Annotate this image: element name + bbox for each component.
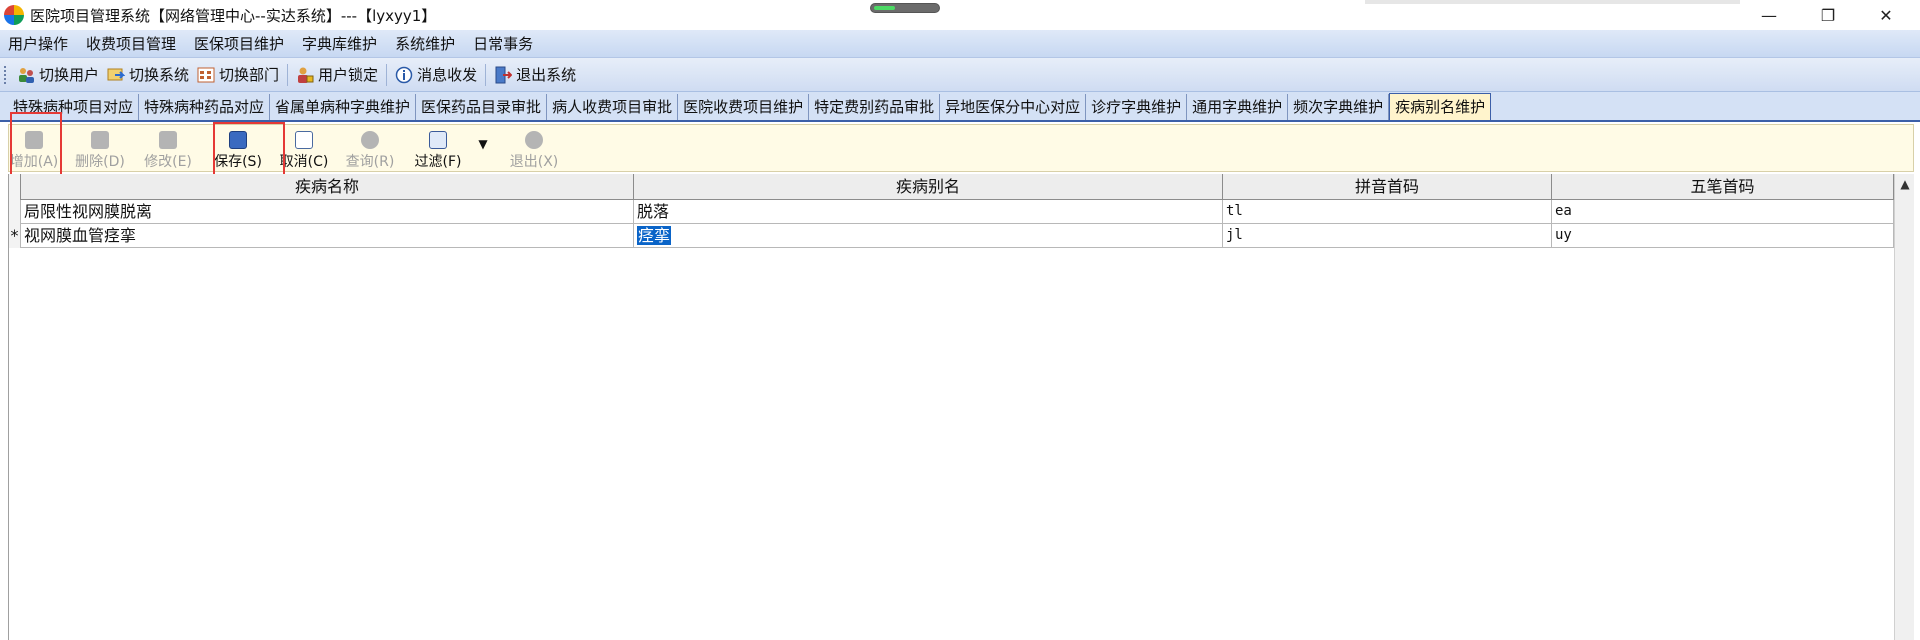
disease-alias-grid: 疾病名称 疾病别名 拼音首码 五笔首码 局限性视网膜脱离 脱落 tl ea * … bbox=[8, 174, 1894, 640]
wubi-code-cell[interactable]: uy bbox=[1552, 224, 1894, 248]
modify-button[interactable]: 修改(E) bbox=[135, 125, 201, 173]
close-button[interactable]: ✕ bbox=[1858, 0, 1914, 30]
tab-special-fee-drug-approval[interactable]: 特定费别药品审批 bbox=[809, 94, 941, 120]
tab-patient-charge-approval[interactable]: 病人收费项目审批 bbox=[547, 94, 679, 120]
restore-button[interactable]: ❐ bbox=[1800, 0, 1856, 30]
switch-user-button[interactable]: 切换用户 bbox=[13, 61, 103, 89]
info-icon bbox=[395, 66, 413, 84]
messages-label: 消息收发 bbox=[417, 66, 478, 84]
tab-frequency-dict[interactable]: 频次字典维护 bbox=[1288, 94, 1390, 120]
filter-dropdown-button[interactable]: ▼ bbox=[473, 125, 493, 173]
switch-dept-button[interactable]: 切换部门 bbox=[193, 61, 283, 89]
filter-label: 过滤(F) bbox=[414, 154, 462, 170]
column-header-pinyin-code[interactable]: 拼音首码 bbox=[1223, 174, 1552, 200]
tab-insurance-drug-approval[interactable]: 医保药品目录审批 bbox=[416, 94, 548, 120]
action-toolbar: 增加(A) 删除(D) 修改(E) 保存(S) 取消(C) 查询(R) 过滤(F… bbox=[8, 112, 1914, 176]
column-header-disease-alias[interactable]: 疾病别名 bbox=[634, 174, 1223, 200]
disease-name-cell[interactable]: 视网膜血管痉挛 bbox=[21, 224, 634, 248]
minimize-button[interactable]: — bbox=[1741, 0, 1797, 30]
edit-icon bbox=[159, 131, 177, 149]
users-icon bbox=[17, 66, 35, 84]
delete-icon bbox=[91, 131, 109, 149]
table-row[interactable]: * 视网膜血管痉挛 痉挛 jl uy bbox=[9, 224, 1894, 248]
module-tabs: 特殊病种项目对应 特殊病种药品对应 省属单病种字典维护 医保药品目录审批 病人收… bbox=[0, 92, 1920, 122]
menu-system[interactable]: 系统维护 bbox=[386, 30, 464, 58]
add-button-highlight-box bbox=[10, 112, 62, 176]
cancel-icon bbox=[295, 131, 313, 149]
filter-grid-icon bbox=[429, 131, 447, 149]
window-title: 医院项目管理系统【网络管理中心--实达系统】---【lyxyy1】 bbox=[30, 6, 437, 25]
department-icon bbox=[197, 66, 215, 84]
tab-general-dict[interactable]: 通用字典维护 bbox=[1187, 94, 1289, 120]
pinyin-code-cell[interactable]: tl bbox=[1223, 200, 1552, 224]
tab-treatment-dict[interactable]: 诊疗字典维护 bbox=[1086, 94, 1188, 120]
selected-alias-text[interactable]: 痉挛 bbox=[637, 226, 672, 245]
exit-icon bbox=[525, 131, 543, 149]
toolbar-grip[interactable] bbox=[4, 65, 7, 84]
scroll-up-arrow-icon[interactable]: ▲ bbox=[1895, 174, 1915, 194]
user-lock-icon bbox=[296, 66, 314, 84]
query-label: 查询(R) bbox=[345, 154, 395, 170]
row-indicator[interactable]: * bbox=[9, 224, 21, 248]
menu-charge-items[interactable]: 收费项目管理 bbox=[77, 30, 185, 58]
title-bar-overlay bbox=[1365, 0, 1740, 4]
switch-system-button[interactable]: 切换系统 bbox=[103, 61, 193, 89]
tab-hospital-charge-items[interactable]: 医院收费项目维护 bbox=[678, 94, 810, 120]
app-logo-icon bbox=[4, 5, 24, 25]
tab-disease-alias[interactable]: 疾病别名维护 bbox=[1389, 93, 1492, 120]
exit-system-label: 退出系统 bbox=[516, 66, 577, 84]
toolbar-separator bbox=[485, 63, 487, 86]
column-header-wubi-code[interactable]: 五笔首码 bbox=[1552, 174, 1894, 200]
loading-progress-indicator bbox=[870, 3, 940, 13]
query-icon bbox=[361, 131, 379, 149]
delete-label: 删除(D) bbox=[75, 154, 125, 170]
switch-system-label: 切换系统 bbox=[129, 66, 190, 84]
filter-button[interactable]: 过滤(F) bbox=[403, 125, 473, 173]
title-bar: 医院项目管理系统【网络管理中心--实达系统】---【lyxyy1】 bbox=[0, 0, 1920, 30]
wubi-code-cell[interactable]: ea bbox=[1552, 200, 1894, 224]
pinyin-code-cell[interactable]: jl bbox=[1223, 224, 1552, 248]
disease-alias-cell-editing[interactable]: 痉挛 bbox=[634, 224, 1223, 248]
tab-provincial-disease-dict[interactable]: 省属单病种字典维护 bbox=[270, 94, 417, 120]
exit-button[interactable]: 退出(X) bbox=[501, 125, 567, 173]
menu-dictionary[interactable]: 字典库维护 bbox=[293, 30, 386, 58]
exit-system-button[interactable]: 退出系统 bbox=[490, 61, 580, 89]
save-button-highlight-box bbox=[213, 122, 285, 176]
menu-insurance-items[interactable]: 医保项目维护 bbox=[185, 30, 293, 58]
disease-alias-cell[interactable]: 脱落 bbox=[634, 200, 1223, 224]
menu-user-operations[interactable]: 用户操作 bbox=[0, 30, 77, 58]
column-header-disease-name[interactable]: 疾病名称 bbox=[21, 174, 634, 200]
row-indicator[interactable] bbox=[9, 200, 21, 224]
main-toolbar: 切换用户 切换系统 切换部门 用户锁定 消息收发 退出系统 bbox=[0, 58, 1920, 92]
menu-bar: 用户操作 收费项目管理 医保项目维护 字典库维护 系统维护 日常事务 bbox=[0, 30, 1920, 58]
vertical-scrollbar[interactable]: ▲ bbox=[1894, 174, 1914, 640]
delete-button[interactable]: 删除(D) bbox=[65, 125, 135, 173]
tab-special-disease-drugs[interactable]: 特殊病种药品对应 bbox=[139, 94, 271, 120]
user-lock-button[interactable]: 用户锁定 bbox=[292, 61, 382, 89]
query-button[interactable]: 查询(R) bbox=[337, 125, 403, 173]
toolbar-separator bbox=[386, 63, 388, 86]
exit-label: 退出(X) bbox=[509, 154, 559, 170]
toolbar-separator bbox=[287, 63, 289, 86]
menu-daily-tasks[interactable]: 日常事务 bbox=[464, 30, 542, 58]
row-selector-header bbox=[9, 174, 21, 200]
messages-button[interactable]: 消息收发 bbox=[391, 61, 481, 89]
modify-label: 修改(E) bbox=[144, 154, 192, 170]
grid-header: 疾病名称 疾病别名 拼音首码 五笔首码 bbox=[9, 174, 1894, 200]
switch-user-label: 切换用户 bbox=[39, 66, 100, 84]
disease-name-cell[interactable]: 局限性视网膜脱离 bbox=[21, 200, 634, 224]
tab-remote-insurance-center[interactable]: 异地医保分中心对应 bbox=[940, 94, 1087, 120]
table-row[interactable]: 局限性视网膜脱离 脱落 tl ea bbox=[9, 200, 1894, 224]
user-lock-label: 用户锁定 bbox=[318, 66, 379, 84]
switch-dept-label: 切换部门 bbox=[219, 66, 280, 84]
exit-door-icon bbox=[494, 66, 513, 84]
switch-system-icon bbox=[107, 66, 126, 84]
